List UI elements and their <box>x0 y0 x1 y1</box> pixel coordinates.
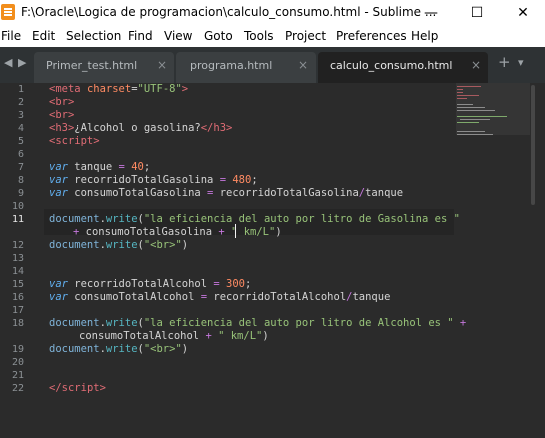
maximize-button[interactable]: ☐ <box>454 0 500 27</box>
code-line-19: document.write("<br>") <box>49 343 189 355</box>
code-line-1: <meta charset="UTF-8"> <box>49 83 189 95</box>
scrollbar-thumb[interactable] <box>531 85 535 205</box>
menu-project[interactable]: Project <box>285 29 326 43</box>
menu-tools[interactable]: Tools <box>244 29 274 43</box>
line-number: 2 <box>17 97 24 108</box>
tab-label: Primer_test.html <box>46 59 138 72</box>
tab-list-icon[interactable]: ▾ <box>518 56 524 69</box>
code-line-16: var consumoTotalAlcohol = recorridoTotal… <box>49 291 391 303</box>
window-title: F:\Oracle\Logica de programacion\calculo… <box>21 5 437 19</box>
line-number: 22 <box>11 383 24 394</box>
tab-scroll-right-icon[interactable]: ▶ <box>18 56 26 69</box>
minimize-button[interactable]: — <box>408 0 454 27</box>
line-number: 3 <box>17 110 24 121</box>
code-line-9: var consumoTotalGasolina = recorridoTota… <box>49 187 404 199</box>
code-line-12: document.write("<br>") <box>49 239 189 251</box>
code-line-5: <script> <box>49 135 100 147</box>
tab-close-icon[interactable]: × <box>298 58 308 72</box>
tab-label: programa.html <box>190 59 273 72</box>
code-line-3: <br> <box>49 109 75 121</box>
text-cursor <box>235 224 236 238</box>
menu-goto[interactable]: Goto <box>204 29 233 43</box>
line-number: 13 <box>11 253 24 264</box>
line-number: 21 <box>11 370 24 381</box>
close-button[interactable]: ✕ <box>500 0 545 27</box>
line-number: 16 <box>11 292 24 303</box>
line-number: 19 <box>11 344 24 355</box>
title-bar: F:\Oracle\Logica de programacion\calculo… <box>0 0 545 27</box>
line-number: 12 <box>11 240 24 251</box>
code-line-18-wrap: consumoTotalAlcohol + " km/L") <box>79 330 269 342</box>
new-tab-icon[interactable]: + <box>498 53 511 71</box>
line-number: 6 <box>17 149 24 160</box>
code-line-2: <br> <box>49 96 75 108</box>
line-number: 18 <box>11 318 24 329</box>
sublime-text-icon <box>1 4 15 20</box>
tab-scroll-left-icon[interactable]: ◀ <box>4 56 12 69</box>
line-number: 10 <box>11 201 24 212</box>
menu-file[interactable]: File <box>1 29 21 43</box>
menu-selection[interactable]: Selection <box>66 29 121 43</box>
code-line-11-wrap: + consumoTotalGasolina + " km/L") <box>73 226 282 238</box>
menu-find[interactable]: Find <box>128 29 153 43</box>
line-number: 5 <box>17 136 24 147</box>
code-editor[interactable]: 1 2 3 4 5 6 7 8 9 10 11 12 13 14 15 16 1… <box>0 83 545 438</box>
line-number: 1 <box>17 84 24 95</box>
tab-programa[interactable]: programa.html × <box>176 52 316 83</box>
code-line-4: <h3>¿Alcohol o gasolina?</h3> <box>49 122 233 134</box>
tab-primer-test[interactable]: Primer_test.html × <box>34 52 174 83</box>
line-number: 17 <box>11 305 24 316</box>
tab-label: calculo_consumo.html <box>330 59 453 72</box>
code-line-22: </script> <box>49 382 106 394</box>
menu-help[interactable]: Help <box>411 29 438 43</box>
line-number: 20 <box>11 357 24 368</box>
line-number-gutter: 1 2 3 4 5 6 7 8 9 10 11 12 13 14 15 16 1… <box>0 83 30 438</box>
line-number: 14 <box>11 266 24 277</box>
tab-close-icon[interactable]: × <box>471 58 481 72</box>
tab-calculo-consumo[interactable]: calculo_consumo.html × <box>318 52 488 83</box>
line-number-current: 11 <box>11 214 24 225</box>
menu-view[interactable]: View <box>164 29 192 43</box>
line-number: 8 <box>17 175 24 186</box>
menu-preferences[interactable]: Preferences <box>336 29 407 43</box>
editor-edge <box>536 83 545 438</box>
code-line-11: document.write("la eficiencia del auto p… <box>49 213 460 225</box>
line-number: 9 <box>17 188 24 199</box>
menu-bar: File Edit Selection Find View Goto Tools… <box>0 27 545 47</box>
menu-edit[interactable]: Edit <box>32 29 55 43</box>
code-line-18: document.write("la eficiencia del auto p… <box>49 317 467 329</box>
code-line-15: var recorridoTotalAlcohol = 300; <box>49 278 252 290</box>
code-line-7: var tanque = 40; <box>49 161 151 173</box>
tab-close-icon[interactable]: × <box>157 58 167 72</box>
line-number: 15 <box>11 279 24 290</box>
minimap[interactable] <box>454 83 534 438</box>
line-number: 4 <box>17 123 24 134</box>
code-line-8: var recorridoTotalGasolina = 480; <box>49 174 258 186</box>
line-number: 7 <box>17 162 24 173</box>
tab-bar: ◀ ▶ Primer_test.html × programa.html × c… <box>0 47 545 83</box>
